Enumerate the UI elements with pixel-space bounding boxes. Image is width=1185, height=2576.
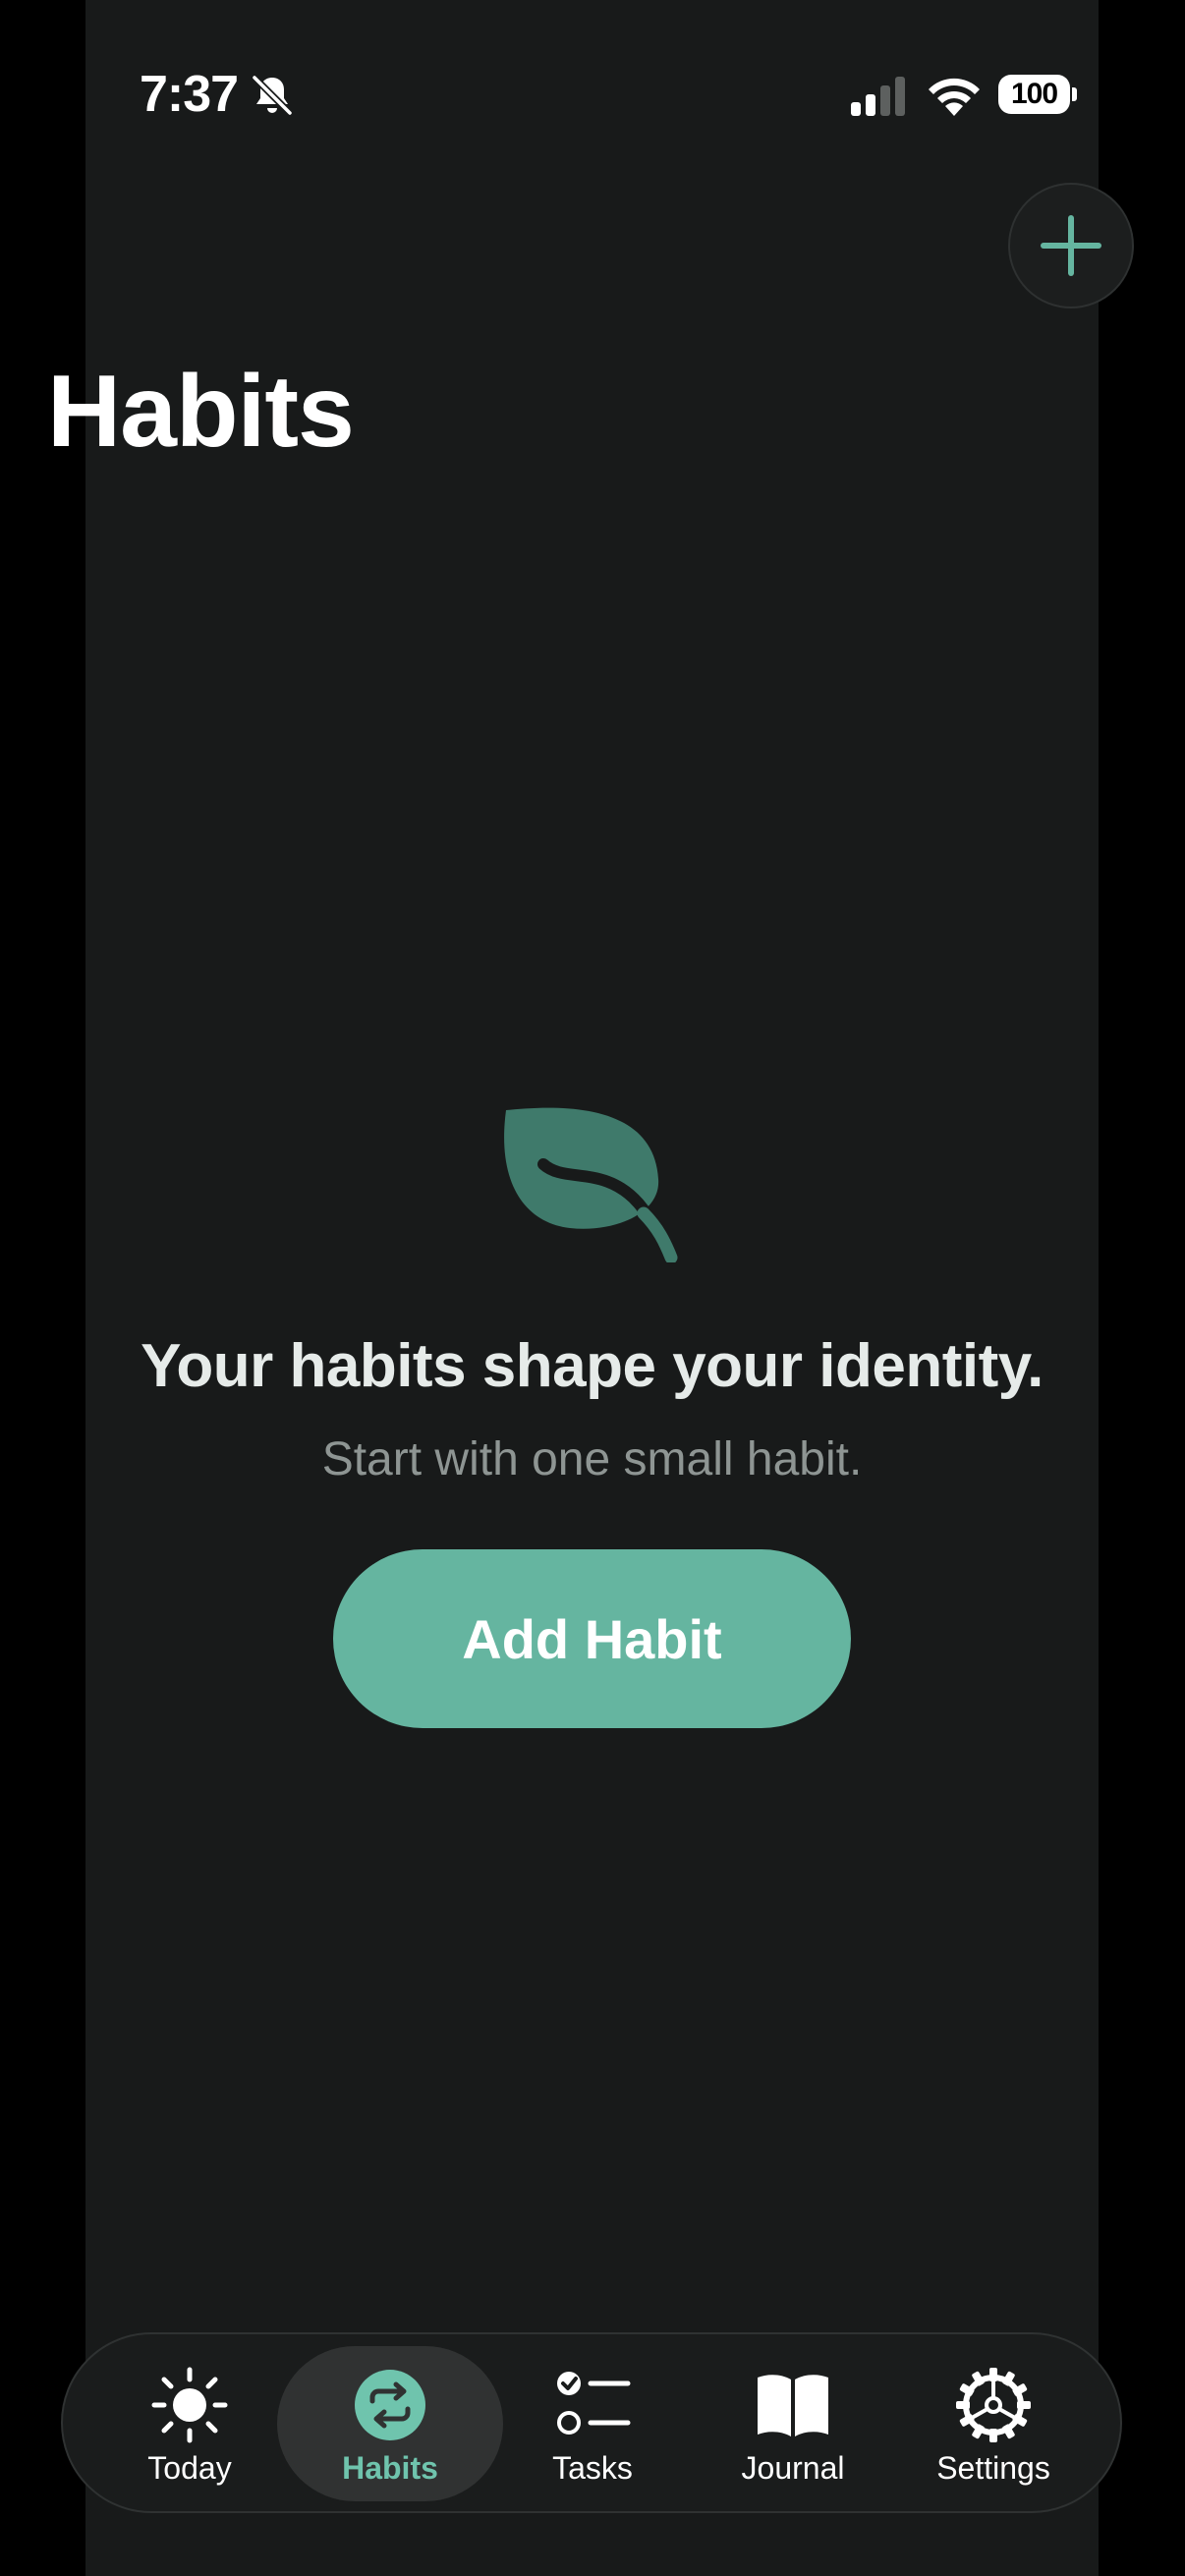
- plus-icon: [1041, 215, 1101, 276]
- checklist-icon: [557, 2372, 631, 2435]
- tab-label-journal: Journal: [741, 2450, 845, 2486]
- gear-icon: [956, 2368, 1031, 2442]
- tab-bar: Today Habits Tasks Journal Settings: [61, 2332, 1122, 2513]
- tab-label-today: Today: [147, 2450, 232, 2486]
- wifi-icon: [929, 78, 980, 116]
- sun-icon: [151, 2367, 228, 2443]
- book-icon: [758, 2375, 828, 2436]
- status-time: 7:37: [140, 66, 239, 123]
- leaf-icon: [504, 1107, 678, 1262]
- tab-today[interactable]: Today: [77, 2346, 303, 2501]
- empty-state-subheading: Start with one small habit.: [321, 1433, 863, 1485]
- tab-label-habits: Habits: [342, 2450, 438, 2486]
- tab-habits[interactable]: Habits: [277, 2346, 503, 2501]
- repeat-icon: [355, 2370, 425, 2440]
- battery-indicator: 100: [998, 75, 1077, 114]
- bell-slash-icon: [252, 75, 293, 116]
- tab-settings[interactable]: Settings: [880, 2346, 1106, 2501]
- tab-label-settings: Settings: [936, 2450, 1050, 2486]
- empty-state-heading: Your habits shape your identity.: [141, 1332, 1044, 1400]
- page-title: Habits: [47, 355, 355, 469]
- battery-level: 100: [998, 75, 1071, 114]
- add-habit-button[interactable]: Add Habit: [333, 1549, 851, 1728]
- battery-tip: [1072, 87, 1077, 101]
- tab-label-tasks: Tasks: [552, 2450, 633, 2486]
- add-habit-top-button[interactable]: [1008, 183, 1134, 308]
- tab-journal[interactable]: Journal: [680, 2346, 906, 2501]
- tab-tasks[interactable]: Tasks: [480, 2346, 705, 2501]
- cellular-signal-icon: [851, 77, 905, 116]
